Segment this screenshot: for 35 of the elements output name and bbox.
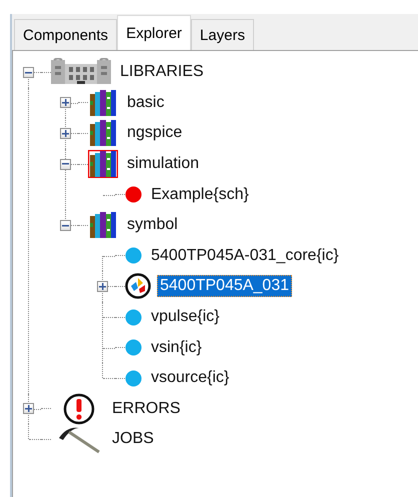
dot-icon: [125, 247, 142, 264]
tree-item[interactable]: vpulse{ic}: [148, 306, 222, 328]
building-icon: [51, 58, 111, 86]
dot-icon: [125, 370, 142, 387]
tree-item[interactable]: 5400TP045A_031: [157, 275, 292, 298]
tree-item[interactable]: Example{sch}: [148, 184, 252, 206]
collapse-toggle[interactable]: [60, 220, 71, 231]
tree-item[interactable]: vsin{ic}: [148, 336, 205, 359]
tree-item[interactable]: 5400TP045A-031_core{ic}: [148, 244, 342, 267]
tree-item[interactable]: ERRORS: [109, 398, 184, 420]
tree-item[interactable]: ngspice: [124, 122, 186, 144]
tree-item[interactable]: JOBS: [109, 428, 157, 450]
tree-item[interactable]: vsource{ic}: [148, 367, 232, 390]
expand-toggle[interactable]: [97, 280, 108, 292]
tab[interactable]: Components: [14, 19, 118, 50]
books-icon: [88, 150, 118, 178]
dot-icon: [125, 308, 142, 326]
tab[interactable]: Layers: [190, 19, 254, 50]
tree-item[interactable]: simulation: [124, 153, 202, 176]
tab[interactable]: Explorer: [117, 15, 191, 50]
books-icon: [88, 211, 118, 240]
expand-toggle[interactable]: [60, 97, 71, 108]
collapse-toggle[interactable]: [23, 66, 34, 78]
books-icon: [88, 88, 118, 117]
tree-item[interactable]: LIBRARIES: [117, 61, 207, 84]
symbol-icon: [125, 273, 151, 300]
tree-item[interactable]: basic: [124, 92, 168, 114]
dot-icon: [125, 186, 142, 204]
exclamation-icon: [63, 392, 95, 425]
collapse-toggle[interactable]: [60, 158, 71, 170]
expand-toggle[interactable]: [60, 128, 71, 139]
books-icon: [88, 119, 118, 148]
dot-icon: [125, 339, 142, 356]
tree-item[interactable]: symbol: [124, 214, 181, 236]
expand-toggle[interactable]: [23, 403, 34, 414]
